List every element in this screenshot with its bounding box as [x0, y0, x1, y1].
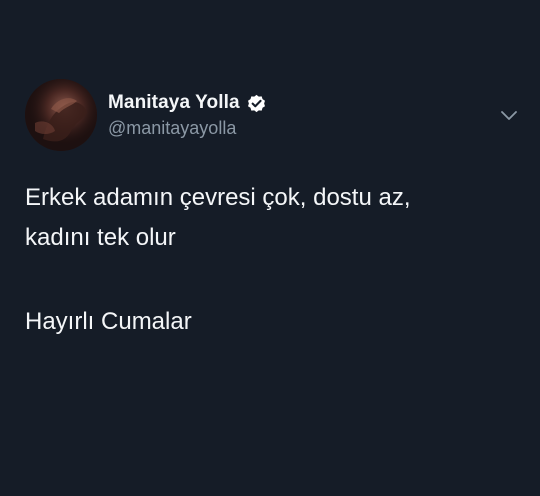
avatar[interactable]	[25, 79, 97, 151]
tweet-text: Erkek adamın çevresi çok, dostu az, kadı…	[25, 178, 525, 342]
display-name[interactable]: Manitaya Yolla	[108, 92, 240, 114]
tweet-card: Manitaya Yolla @manitayayolla Erkek adam…	[0, 0, 540, 496]
chevron-down-icon[interactable]	[499, 107, 519, 125]
verified-badge-icon	[246, 93, 267, 114]
author-name-row: Manitaya Yolla	[108, 91, 267, 115]
user-handle[interactable]: @manitayayolla	[108, 118, 236, 139]
profile-photo-icon	[25, 79, 97, 151]
tweet-text-line: Hayırlı Cumalar	[25, 308, 192, 335]
tweet-text-line: kadını tek olur	[25, 224, 176, 251]
tweet-text-line: Erkek adamın çevresi çok, dostu az,	[25, 184, 411, 211]
